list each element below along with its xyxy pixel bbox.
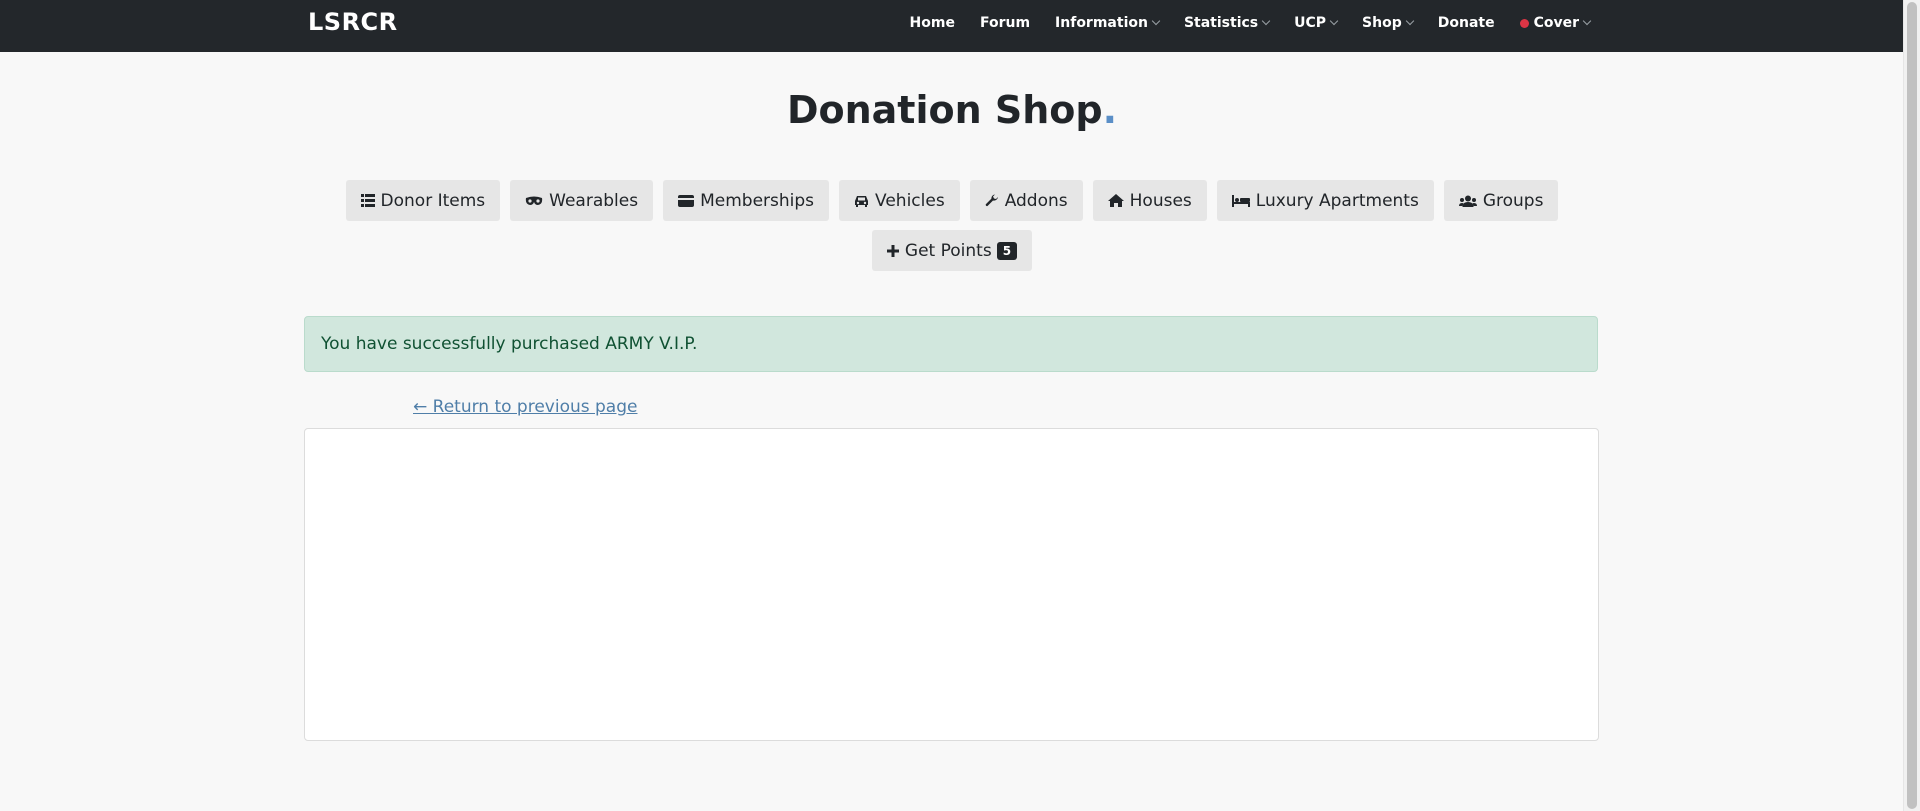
nav-statistics-label: Statistics bbox=[1183, 15, 1259, 31]
plus-icon bbox=[886, 244, 899, 257]
nav-donate-label: Donate bbox=[1437, 15, 1495, 31]
car-icon bbox=[854, 195, 869, 207]
category-label: Memberships bbox=[700, 190, 815, 211]
nav-user-menu[interactable]: Cover bbox=[1519, 15, 1592, 31]
nav-information-label: Information bbox=[1055, 15, 1148, 31]
category-donor-items-button[interactable]: Donor Items bbox=[345, 180, 501, 221]
success-alert: You have successfully purchased ARMY V.I… bbox=[304, 316, 1598, 372]
chevron-down-icon bbox=[1329, 16, 1339, 26]
category-addons-button[interactable]: Addons bbox=[969, 180, 1083, 221]
nav-shop-label: Shop bbox=[1362, 15, 1402, 31]
nav-information[interactable]: Information bbox=[1055, 15, 1161, 31]
points-badge: 5 bbox=[996, 241, 1018, 260]
nav-donate[interactable]: Donate bbox=[1438, 15, 1495, 31]
category-wearables-button[interactable]: Wearables bbox=[510, 180, 654, 221]
top-navbar: LSRCR Home Forum Information Statistics … bbox=[0, 0, 1904, 52]
return-previous-link[interactable]: ← Return to previous page bbox=[413, 397, 637, 417]
nav-forum[interactable]: Forum bbox=[980, 15, 1030, 31]
nav-user-label: Cover bbox=[1533, 15, 1579, 31]
page-title-text: Donation Shop bbox=[786, 88, 1103, 132]
category-label: Donor Items bbox=[380, 190, 486, 211]
chevron-down-icon bbox=[1582, 16, 1592, 26]
nav-forum-label: Forum bbox=[979, 15, 1031, 31]
page-title: Donation Shop. bbox=[0, 88, 1904, 132]
category-groups-button[interactable]: Groups bbox=[1443, 180, 1559, 221]
nav-ucp-label: UCP bbox=[1294, 15, 1327, 31]
main-nav: Home Forum Information Statistics UCP Sh… bbox=[885, 0, 1592, 46]
scrollbar-thumb[interactable] bbox=[1907, 2, 1917, 809]
alert-message: You have successfully purchased ARMY V.I… bbox=[321, 334, 698, 354]
category-houses-button[interactable]: Houses bbox=[1092, 180, 1207, 221]
online-status-dot bbox=[1519, 18, 1529, 28]
category-label: Luxury Apartments bbox=[1255, 190, 1419, 211]
content-panel bbox=[304, 428, 1599, 741]
mask-icon bbox=[525, 196, 543, 206]
category-vehicles-button[interactable]: Vehicles bbox=[839, 180, 960, 221]
home-icon bbox=[1107, 194, 1124, 207]
page-title-dot: . bbox=[1102, 88, 1118, 132]
category-luxury-apartments-button[interactable]: Luxury Apartments bbox=[1216, 180, 1434, 221]
category-memberships-button[interactable]: Memberships bbox=[663, 180, 830, 221]
nav-statistics[interactable]: Statistics bbox=[1183, 15, 1271, 31]
bed-icon bbox=[1231, 194, 1250, 207]
nav-ucp[interactable]: UCP bbox=[1294, 15, 1339, 31]
chevron-down-icon bbox=[1405, 16, 1414, 26]
card-icon bbox=[678, 194, 695, 207]
category-label: Vehicles bbox=[875, 190, 945, 211]
get-points-label: Get Points bbox=[904, 240, 992, 261]
list-icon bbox=[360, 194, 375, 207]
nav-shop[interactable]: Shop bbox=[1362, 15, 1414, 31]
category-label: Wearables bbox=[549, 190, 639, 211]
nav-home-label: Home bbox=[909, 15, 955, 31]
brand-logo[interactable]: LSRCR bbox=[308, 8, 398, 36]
category-label: Houses bbox=[1129, 190, 1192, 211]
wrench-icon bbox=[985, 194, 999, 208]
get-points-row: Get Points 5 bbox=[0, 230, 1904, 271]
users-icon bbox=[1458, 195, 1477, 207]
get-points-button[interactable]: Get Points 5 bbox=[871, 230, 1033, 271]
nav-home[interactable]: Home bbox=[910, 15, 955, 31]
chevron-down-icon bbox=[1151, 16, 1161, 26]
category-buttons: Donor Items Wearables Memberships Vehicl… bbox=[0, 180, 1904, 221]
category-label: Groups bbox=[1482, 190, 1544, 211]
category-label: Addons bbox=[1004, 190, 1068, 211]
page-scrollbar[interactable] bbox=[1903, 0, 1920, 811]
chevron-down-icon bbox=[1261, 16, 1271, 26]
